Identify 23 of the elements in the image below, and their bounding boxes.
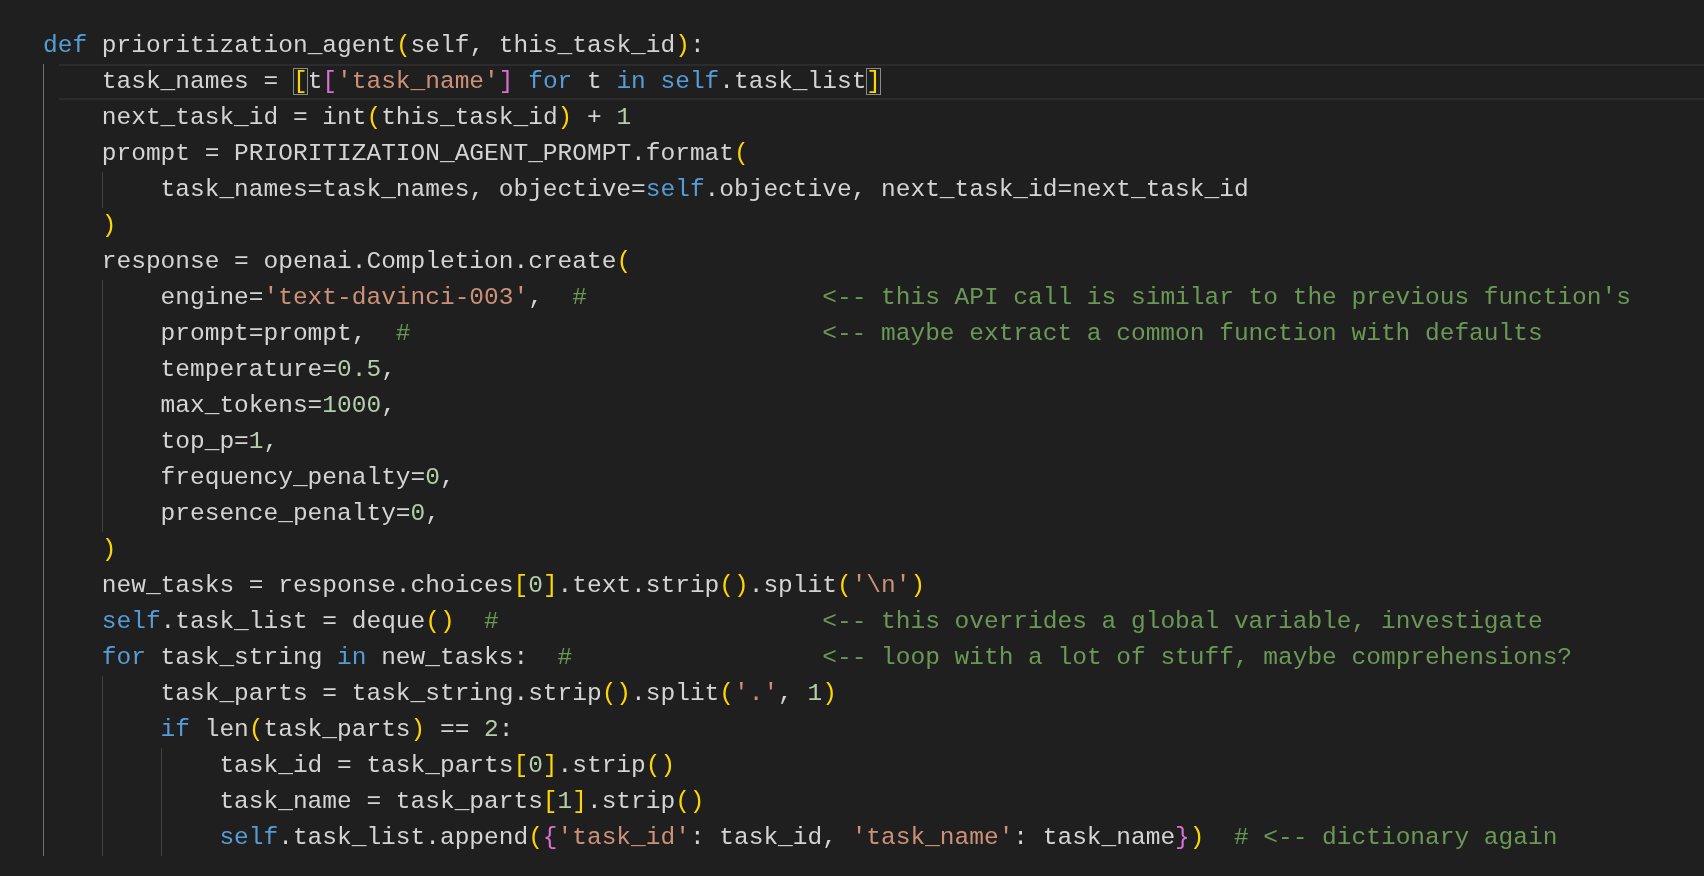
code-line: frequency_penalty=0, xyxy=(160,463,456,493)
code-line: task_parts = task_string.strip().split('.', 1) xyxy=(160,679,838,709)
code-line: for task_string in new_tasks: # <-- loop with a lot of stuff, maybe comprehensions? xyxy=(101,643,1574,673)
code-line: next_task_id = int(this_task_id) + 1 xyxy=(101,103,633,133)
code-line: presence_penalty=0, xyxy=(160,499,441,529)
code-line: if len(task_parts) == 2: xyxy=(160,715,515,745)
code-line: task_names=task_names, objective=self.objective, next_task_id=next_task_id xyxy=(160,175,1250,205)
code-line: temperature=0.5, xyxy=(160,355,397,385)
code-line: response = openai.Completion.create( xyxy=(101,247,633,277)
code-line: task_names = [t['task_name'] for t in self.task_list] xyxy=(58,64,1704,100)
code-line: self.task_list = deque() # <-- this overrides a global variable, investigate xyxy=(101,607,1544,637)
code-line: task_name = task_parts[1].strip() xyxy=(219,787,706,817)
code-line: task_id = task_parts[0].strip() xyxy=(219,751,677,781)
code-line: engine='text-davinci-003', # <-- this API call is similar to the previous function's xyxy=(160,283,1632,313)
code-line: top_p=1, xyxy=(160,427,280,457)
code-line: self.task_list.append({'task_id': task_id, 'task_name': task_name}) # <-- dictionary again xyxy=(219,823,1559,853)
code-line: max_tokens=1000, xyxy=(160,391,397,421)
code-line: prompt = PRIORITIZATION_AGENT_PROMPT.format( xyxy=(101,139,750,169)
code-line: new_tasks = response.choices[0].text.strip().split('\n') xyxy=(101,571,927,601)
code-line: ) xyxy=(101,211,118,241)
code-line: ) xyxy=(101,535,118,565)
code-line: def prioritization_agent(self, this_task_id): xyxy=(43,31,706,61)
code-line: prompt=prompt, # <-- maybe extract a common function with defaults xyxy=(160,319,1544,349)
